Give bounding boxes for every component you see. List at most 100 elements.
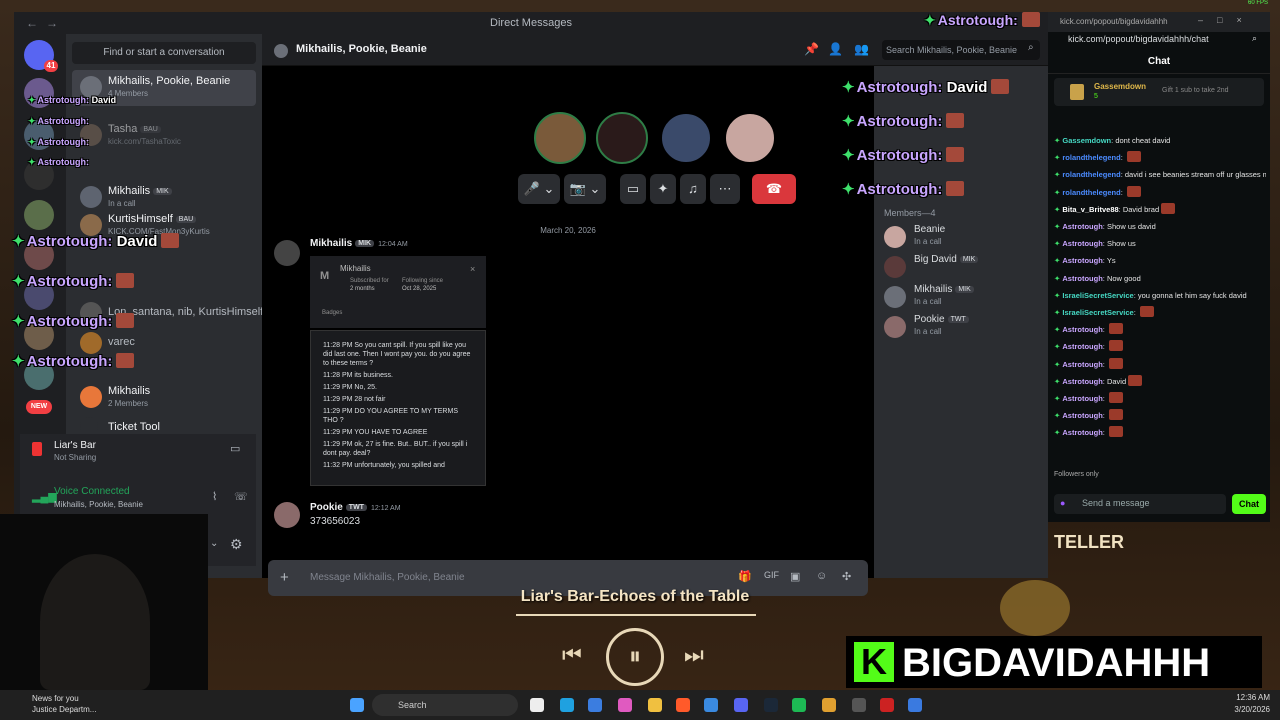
firefox-icon[interactable]: [676, 698, 690, 712]
discord-icon[interactable]: [734, 698, 748, 712]
chrome-icon[interactable]: [822, 698, 836, 712]
chat-message[interactable]: ✦ Astrotough: Show us: [1054, 235, 1266, 252]
add-friends-icon[interactable]: 👤: [828, 42, 843, 56]
pin-icon[interactable]: 📌: [804, 42, 819, 56]
attachment-image-log[interactable]: 11:28 PM So you cant spill. If you spill…: [310, 330, 486, 486]
chat-username[interactable]: Astrotough: [1062, 325, 1102, 334]
member-item[interactable]: Mikhailis MIK In a call: [884, 284, 1044, 312]
chat-message[interactable]: ✦ rolandthelegend:: [1054, 184, 1266, 201]
chat-username[interactable]: IsraeliSecretService: [1062, 308, 1133, 317]
disconnect-icon[interactable]: ☏: [234, 490, 248, 503]
member-item[interactable]: Big David MIK: [884, 254, 1044, 282]
chevron-down-icon[interactable]: ⌄: [210, 538, 218, 549]
chat-message[interactable]: ✦ Astrotough: David: [1054, 373, 1266, 390]
chat-message[interactable]: ✦ IsraeliSecretService:: [1054, 304, 1266, 321]
chat-message[interactable]: ✦ Astrotough: Show us david: [1054, 218, 1266, 235]
dm-item[interactable]: Mikhailis 2 Members: [72, 380, 256, 416]
discord-home-icon[interactable]: 41: [24, 40, 58, 72]
news-widget[interactable]: News for you Justice Departm...: [10, 693, 130, 715]
gif-icon[interactable]: GIF: [764, 570, 779, 580]
folder-icon[interactable]: [648, 698, 662, 712]
chat-username[interactable]: Astrotough: [1062, 377, 1102, 386]
obs-icon[interactable]: [852, 698, 866, 712]
address-bar[interactable]: kick.com/popout/bigdavidahhh/chat ⌕: [1056, 33, 1266, 48]
avatar[interactable]: [274, 240, 300, 266]
message-author[interactable]: Pookie TWT 12:12 AM: [310, 502, 401, 513]
chat-message[interactable]: ✦ Astrotough:: [1054, 356, 1266, 373]
chat-username[interactable]: Astrotough: [1062, 274, 1102, 283]
soundboard-button[interactable]: ♫: [680, 174, 706, 204]
pause-icon[interactable]: ⏸: [606, 628, 664, 686]
message-input[interactable]: Message Mikhailis, Pookie, Beanie: [310, 572, 465, 583]
chat-message[interactable]: ✦ Astrotough:: [1054, 424, 1266, 441]
pinned-gift-bar[interactable]: Gassemdown 5 Gift 1 sub to take 2nd: [1054, 78, 1264, 106]
camera-button[interactable]: 📷 ⌄: [564, 174, 606, 204]
attachment-image-header[interactable]: M Mikhailis × Subscribed for 2 months Fo…: [310, 256, 486, 328]
chat-message[interactable]: ✦ Astrotough: Ys: [1054, 252, 1266, 269]
chat-message[interactable]: ✦ Bita_v_Britve88: David brad: [1054, 201, 1266, 218]
taskbar-search[interactable]: Search: [372, 694, 518, 716]
participant-avatar[interactable]: [660, 112, 712, 164]
gear-icon[interactable]: ⚙: [230, 536, 243, 553]
chat-username[interactable]: Astrotough: [1062, 411, 1102, 420]
search-input[interactable]: Search Mikhailis, Pookie, Beanie: [882, 40, 1040, 60]
chat-message[interactable]: ✦ IsraeliSecretService: you gonna let hi…: [1054, 287, 1266, 304]
server-icon[interactable]: [24, 200, 54, 230]
participant-avatar[interactable]: [596, 112, 648, 164]
chat-username[interactable]: IsraeliSecretService: [1062, 291, 1133, 300]
window-controls[interactable]: –□×: [1198, 15, 1256, 25]
chat-message[interactable]: ✦ Astrotough:: [1054, 407, 1266, 424]
chat-message[interactable]: ✦ Astrotough: Now good: [1054, 270, 1266, 287]
disconnect-button[interactable]: ☎: [752, 174, 796, 204]
screen-share-icon[interactable]: ▭: [230, 442, 240, 455]
chat-username[interactable]: rolandthelegend: [1062, 153, 1120, 162]
store-icon[interactable]: [588, 698, 602, 712]
start-icon[interactable]: [350, 698, 364, 712]
app-icon[interactable]: [880, 698, 894, 712]
add-attachment-icon[interactable]: +: [280, 569, 289, 586]
spotify-icon[interactable]: [792, 698, 806, 712]
gift-icon[interactable]: 🎁: [738, 570, 752, 583]
chat-username[interactable]: Astrotough: [1062, 342, 1102, 351]
chat-message[interactable]: ✦ rolandthelegend: david i see beanies s…: [1054, 166, 1266, 183]
apps-icon[interactable]: ✣: [842, 570, 851, 583]
screen-share-button[interactable]: ▭: [620, 174, 646, 204]
emoji-icon[interactable]: ☺: [816, 570, 827, 582]
next-icon[interactable]: ⏭: [684, 642, 704, 668]
app-icon[interactable]: [704, 698, 718, 712]
chat-send-button[interactable]: Chat: [1232, 494, 1266, 514]
chat-message[interactable]: ✦ Astrotough:: [1054, 338, 1266, 355]
previous-icon[interactable]: ⏮: [562, 642, 582, 668]
members-icon[interactable]: 👥: [854, 42, 869, 56]
message-author[interactable]: Mikhailis MIK 12:04 AM: [310, 238, 408, 249]
member-item[interactable]: Pookie TWT In a call: [884, 314, 1044, 342]
chat-username[interactable]: Astrotough: [1062, 360, 1102, 369]
system-clock[interactable]: 12:36 AM 3/20/2026: [1214, 692, 1270, 716]
app-icon[interactable]: [908, 698, 922, 712]
more-button[interactable]: ⋯: [710, 174, 740, 204]
avatar[interactable]: [274, 502, 300, 528]
chat-username[interactable]: Astrotough: [1062, 394, 1102, 403]
chat-username[interactable]: Astrotough: [1062, 428, 1102, 437]
task-view-icon[interactable]: [530, 698, 544, 712]
chat-username[interactable]: Astrotough: [1062, 239, 1102, 248]
chat-message[interactable]: ✦ rolandthelegend:: [1054, 149, 1266, 166]
steam-icon[interactable]: [764, 698, 778, 712]
activities-button[interactable]: ✦: [650, 174, 676, 204]
edge-icon[interactable]: [560, 698, 574, 712]
chat-username[interactable]: Gassemdown: [1062, 136, 1111, 145]
chat-username[interactable]: Astrotough: [1062, 222, 1102, 231]
chat-input[interactable]: Send a message: [1054, 494, 1226, 514]
mic-icon[interactable]: ●: [1060, 498, 1065, 508]
chat-username[interactable]: Astrotough: [1062, 256, 1102, 265]
chat-username[interactable]: Bita_v_Britve88: [1062, 205, 1118, 214]
member-item[interactable]: Beanie In a call: [884, 224, 1044, 252]
dm-item[interactable]: Tasha BAU kick.com/TashaToxic: [72, 118, 256, 154]
sticker-icon[interactable]: ▣: [790, 570, 800, 583]
app-icon[interactable]: [618, 698, 632, 712]
chat-username[interactable]: rolandthelegend: [1062, 188, 1120, 197]
chat-username[interactable]: rolandthelegend: [1062, 170, 1120, 179]
chat-message[interactable]: ✦ Astrotough:: [1054, 390, 1266, 407]
participant-avatar[interactable]: [724, 112, 776, 164]
chat-message[interactable]: ✦ Gassemdown: dont cheat david: [1054, 132, 1266, 149]
